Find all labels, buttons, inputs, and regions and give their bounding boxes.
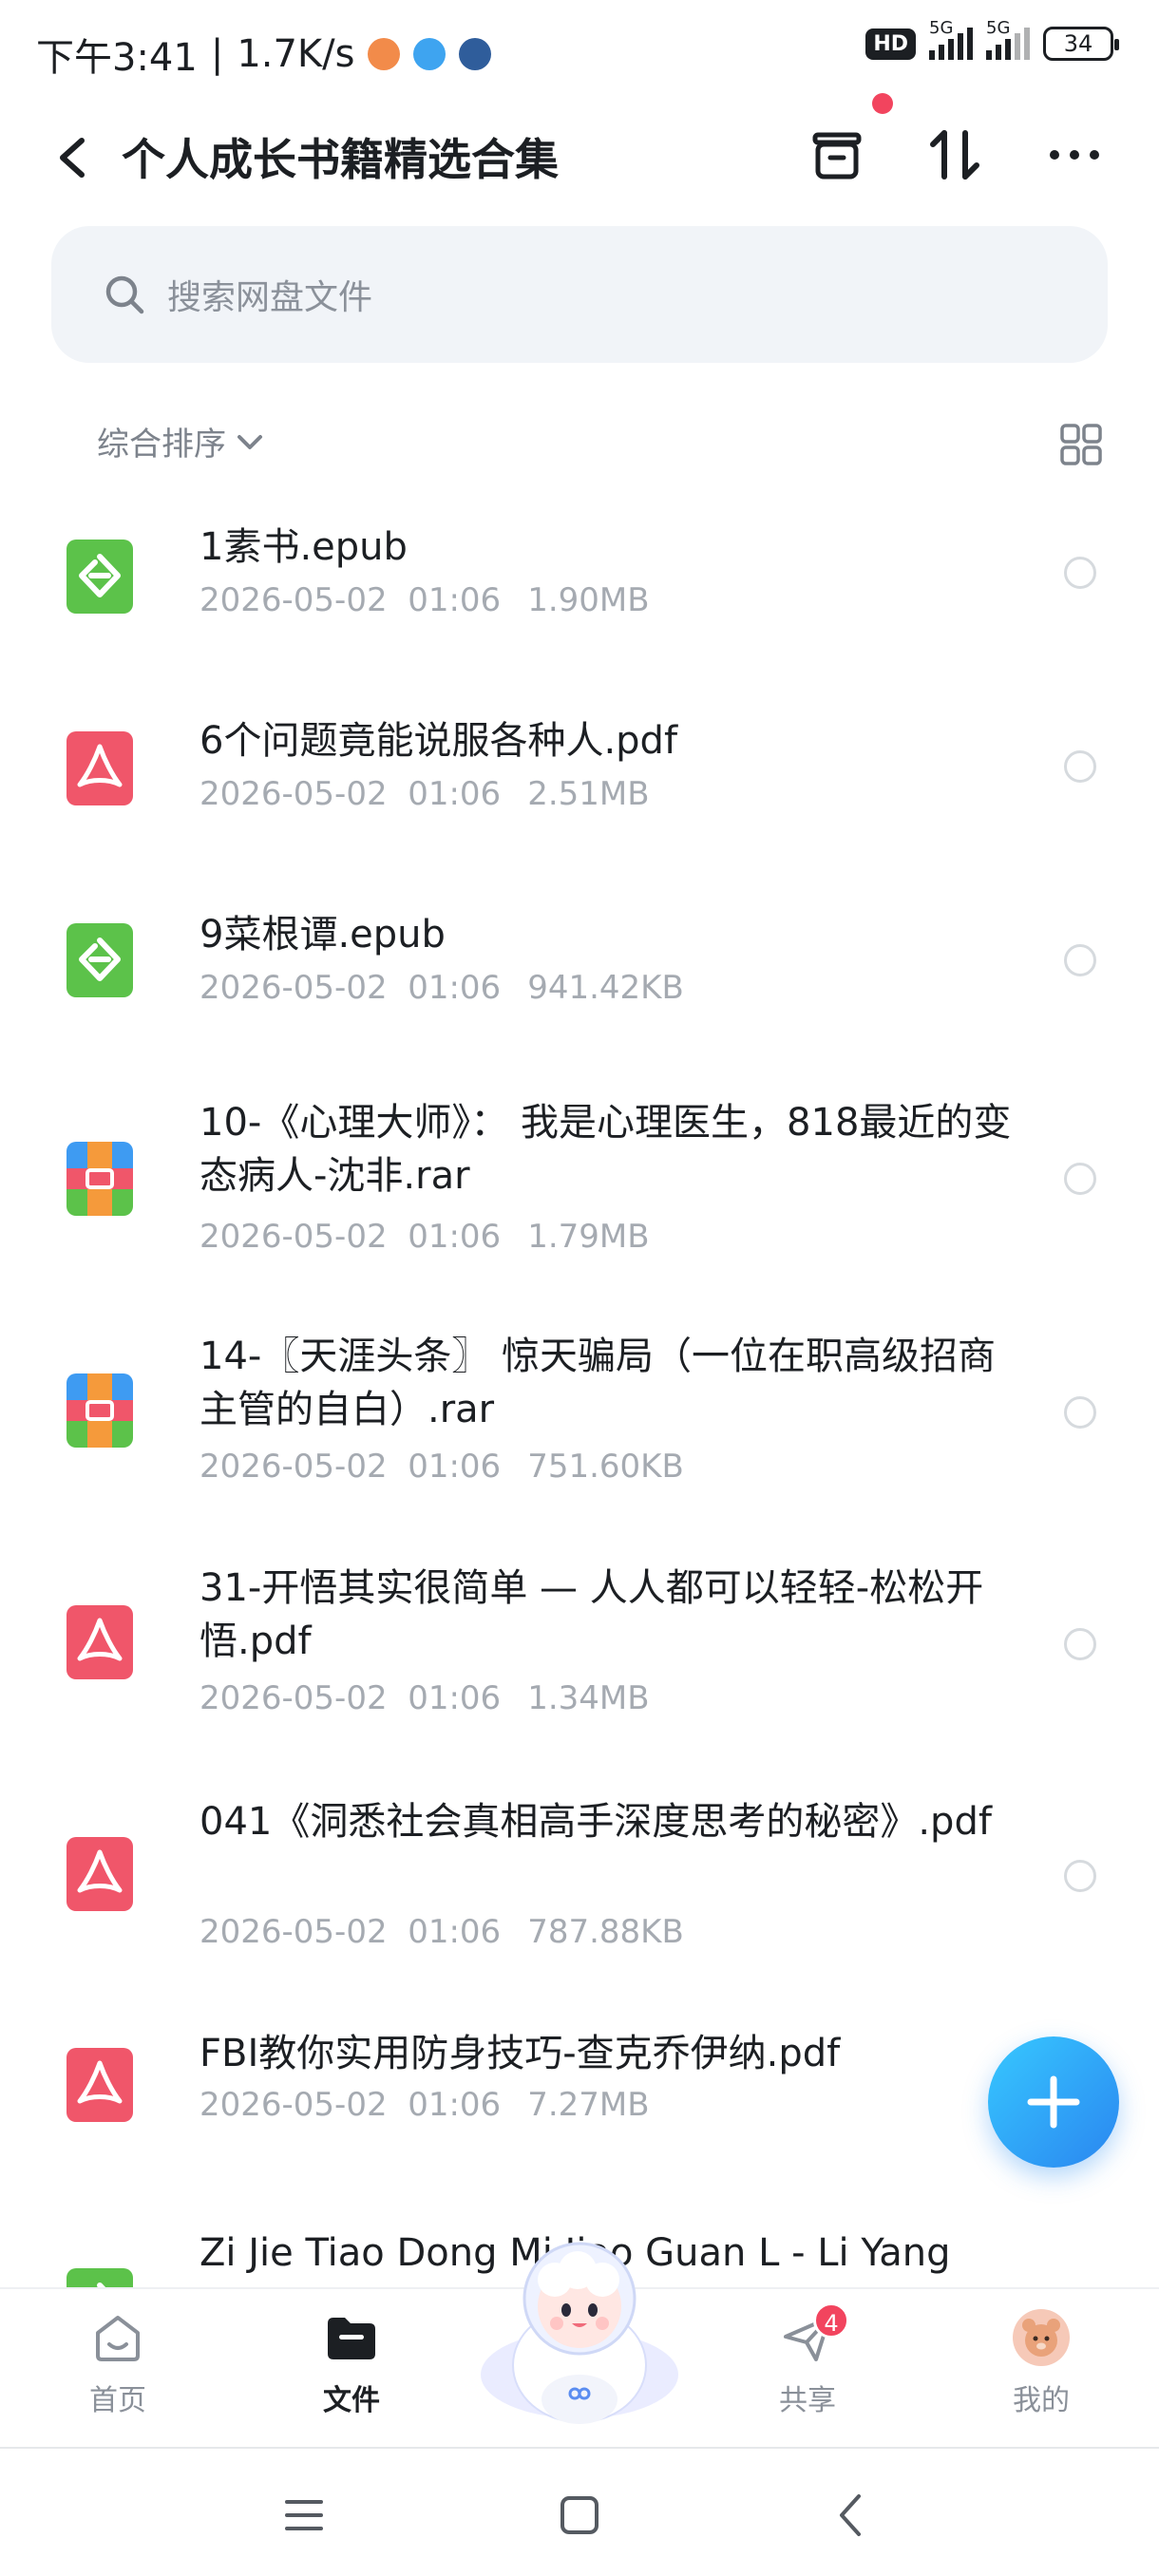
file-name: 10-《心理大师》： 我是心理医生，818最近的变态病人-沈非.rar	[200, 1101, 1012, 1198]
status-bar: 下午3:41 | 1.7K/s HD 5G 5G 34	[0, 0, 1159, 104]
select-radio[interactable]	[1064, 1628, 1096, 1660]
file-size: 787.88KB	[527, 1913, 684, 1951]
nav-home[interactable]: 首页	[51, 2308, 184, 2418]
status-time: 下午3:41	[36, 36, 198, 80]
file-meta: 2026-05-02 01:06 941.42KB	[200, 969, 684, 1007]
app-notification-icon	[368, 38, 401, 70]
battery-icon: 34	[1043, 27, 1119, 61]
grid-view-icon[interactable]	[1058, 422, 1104, 467]
status-divider: |	[210, 32, 224, 76]
file-name: 14-〖天涯头条〗 惊天骗局（一位在职高级招商主管的自白）.rar	[200, 1335, 997, 1431]
back-triangle-icon[interactable]	[823, 2487, 880, 2544]
home-square-icon[interactable]	[551, 2487, 608, 2544]
status-speed: 1.7K/s	[237, 32, 355, 76]
pdf-file-icon	[66, 731, 133, 805]
select-radio[interactable]	[1064, 1860, 1096, 1892]
file-date: 2026-05-02 01:06	[200, 775, 502, 813]
folder-icon	[328, 2318, 375, 2359]
status-right: HD 5G 5G 34	[865, 18, 1119, 61]
file-size: 2.51MB	[527, 775, 650, 813]
file-size: 1.79MB	[527, 1218, 650, 1256]
file-date: 2026-05-02 01:06	[200, 1448, 502, 1486]
sort-arrows-icon[interactable]	[922, 122, 988, 188]
nav-me[interactable]: 我的	[975, 2308, 1108, 2418]
hd-icon: HD	[865, 28, 916, 60]
home-icon	[96, 2316, 140, 2361]
file-size: 7.27MB	[527, 2086, 650, 2124]
file-name: 041《洞悉社会真相高手深度思考的秘密》.pdf	[200, 1800, 992, 1844]
file-meta: 2026-05-02 01:06 787.88KB	[200, 1913, 684, 1951]
file-meta: 2026-05-02 01:06 7.27MB	[200, 2086, 650, 2124]
file-size: 941.42KB	[527, 969, 684, 1007]
file-date: 2026-05-02 01:06	[200, 969, 502, 1007]
status-left: 下午3:41 | 1.7K/s	[36, 27, 492, 82]
more-dots-icon[interactable]	[1041, 122, 1108, 188]
menu-icon[interactable]	[276, 2487, 332, 2544]
epub-file-icon	[66, 923, 133, 997]
battery-level: 34	[1063, 30, 1093, 57]
file-date: 2026-05-02 01:06	[200, 1218, 502, 1256]
file-meta: 2026-05-02 01:06 751.60KB	[200, 1448, 684, 1486]
upload-notification-icon	[413, 38, 446, 70]
share-badge: 4	[813, 2302, 849, 2339]
pdf-file-icon	[66, 1837, 133, 1911]
transfer-box-icon[interactable]	[804, 122, 870, 188]
file-name: 31-开悟其实很简单 — 人人都可以轻轻-松松开悟.pdf	[200, 1566, 984, 1663]
notification-dot	[872, 93, 893, 114]
nav-me-label: 我的	[1013, 2384, 1070, 2417]
file-name: 1素书.epub	[200, 525, 408, 569]
pdf-file-icon	[66, 1605, 133, 1679]
select-radio[interactable]	[1064, 750, 1096, 783]
file-name: 6个问题竟能说服各种人.pdf	[200, 719, 678, 763]
select-radio[interactable]	[1064, 557, 1096, 589]
chevron-left-icon[interactable]	[49, 131, 97, 184]
chevron-down-icon	[238, 434, 262, 449]
file-size: 751.60KB	[527, 1448, 684, 1486]
file-date: 2026-05-02 01:06	[200, 2086, 502, 2124]
file-date: 2026-05-02 01:06	[200, 1913, 502, 1951]
file-meta: 2026-05-02 01:06 2.51MB	[200, 775, 650, 813]
file-size: 1.90MB	[527, 581, 650, 619]
page-title: 个人成长书籍精选合集	[122, 134, 559, 185]
file-meta: 2026-05-02 01:06 1.90MB	[200, 581, 650, 619]
select-radio[interactable]	[1064, 1163, 1096, 1195]
rar-file-icon	[66, 1142, 133, 1216]
sort-dropdown[interactable]: 综合排序	[97, 418, 266, 464]
nav-home-label: 首页	[89, 2384, 146, 2417]
add-button[interactable]	[988, 2036, 1119, 2168]
nav-share-label: 共享	[779, 2384, 836, 2417]
plus-icon	[1027, 2075, 1080, 2129]
search-icon	[105, 275, 144, 314]
epub-file-icon	[66, 540, 133, 614]
header: 个人成长书籍精选合集	[0, 93, 1159, 209]
file-date: 2026-05-02 01:06	[200, 581, 502, 619]
file-date: 2026-05-02 01:06	[200, 1679, 502, 1717]
select-radio[interactable]	[1064, 944, 1096, 976]
sort-row: 综合排序	[0, 408, 1159, 475]
file-size: 1.34MB	[527, 1679, 650, 1717]
signal-icon-2: 5G	[986, 18, 1030, 60]
nav-files[interactable]: 文件	[285, 2308, 418, 2418]
search-input[interactable]: 搜索网盘文件	[51, 226, 1108, 363]
mascot-assistant-icon[interactable]	[475, 2232, 684, 2441]
file-name: 9菜根谭.epub	[200, 913, 446, 957]
signal-icon: 5G	[929, 18, 973, 60]
file-name: FBI教你实用防身技巧-查克乔伊纳.pdf	[200, 2032, 841, 2075]
file-meta: 2026-05-02 01:06 1.34MB	[200, 1679, 650, 1717]
search-placeholder: 搜索网盘文件	[167, 278, 373, 317]
nav-files-label: 文件	[323, 2384, 380, 2417]
file-meta: 2026-05-02 01:06 1.79MB	[200, 1218, 650, 1256]
qq-notification-icon	[459, 38, 492, 70]
select-radio[interactable]	[1064, 1396, 1096, 1429]
avatar-icon	[1013, 2309, 1070, 2366]
nav-share[interactable]: 4 共享	[741, 2302, 874, 2418]
pdf-file-icon	[66, 2048, 133, 2122]
system-nav-bar	[0, 2447, 1159, 2576]
sort-label: 综合排序	[97, 426, 226, 464]
rar-file-icon	[66, 1373, 133, 1448]
